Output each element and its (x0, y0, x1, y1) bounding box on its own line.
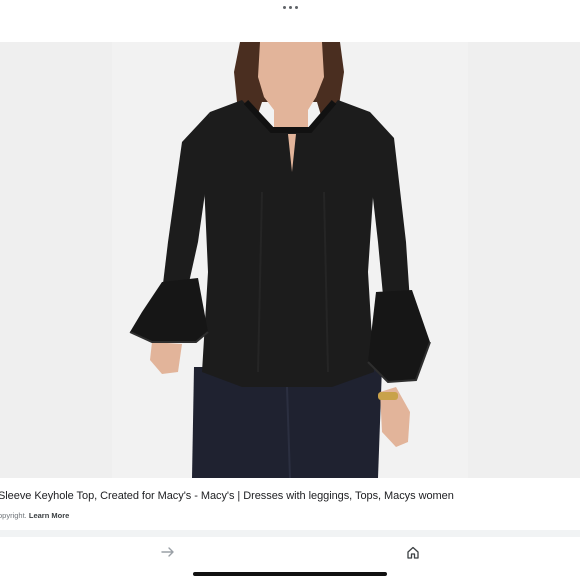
copyright-text: opyright. (0, 511, 27, 520)
arrow-right-icon (161, 547, 174, 557)
forward-button[interactable] (157, 543, 179, 561)
image-caption: Sleeve Keyhole Top, Created for Macy's -… (0, 478, 580, 530)
home-button[interactable] (402, 543, 424, 561)
image-viewer (0, 42, 580, 478)
home-indicator[interactable] (193, 572, 387, 576)
product-image[interactable] (112, 42, 468, 478)
top-bar (0, 0, 580, 42)
caption-meta: opyright. Learn More (0, 511, 69, 520)
bottom-toolbar (0, 537, 580, 580)
learn-more-link[interactable]: Learn More (29, 511, 69, 520)
more-options-icon[interactable] (280, 1, 300, 13)
caption-title[interactable]: Sleeve Keyhole Top, Created for Macy's -… (0, 490, 454, 502)
home-icon (407, 546, 419, 559)
divider (0, 530, 580, 537)
